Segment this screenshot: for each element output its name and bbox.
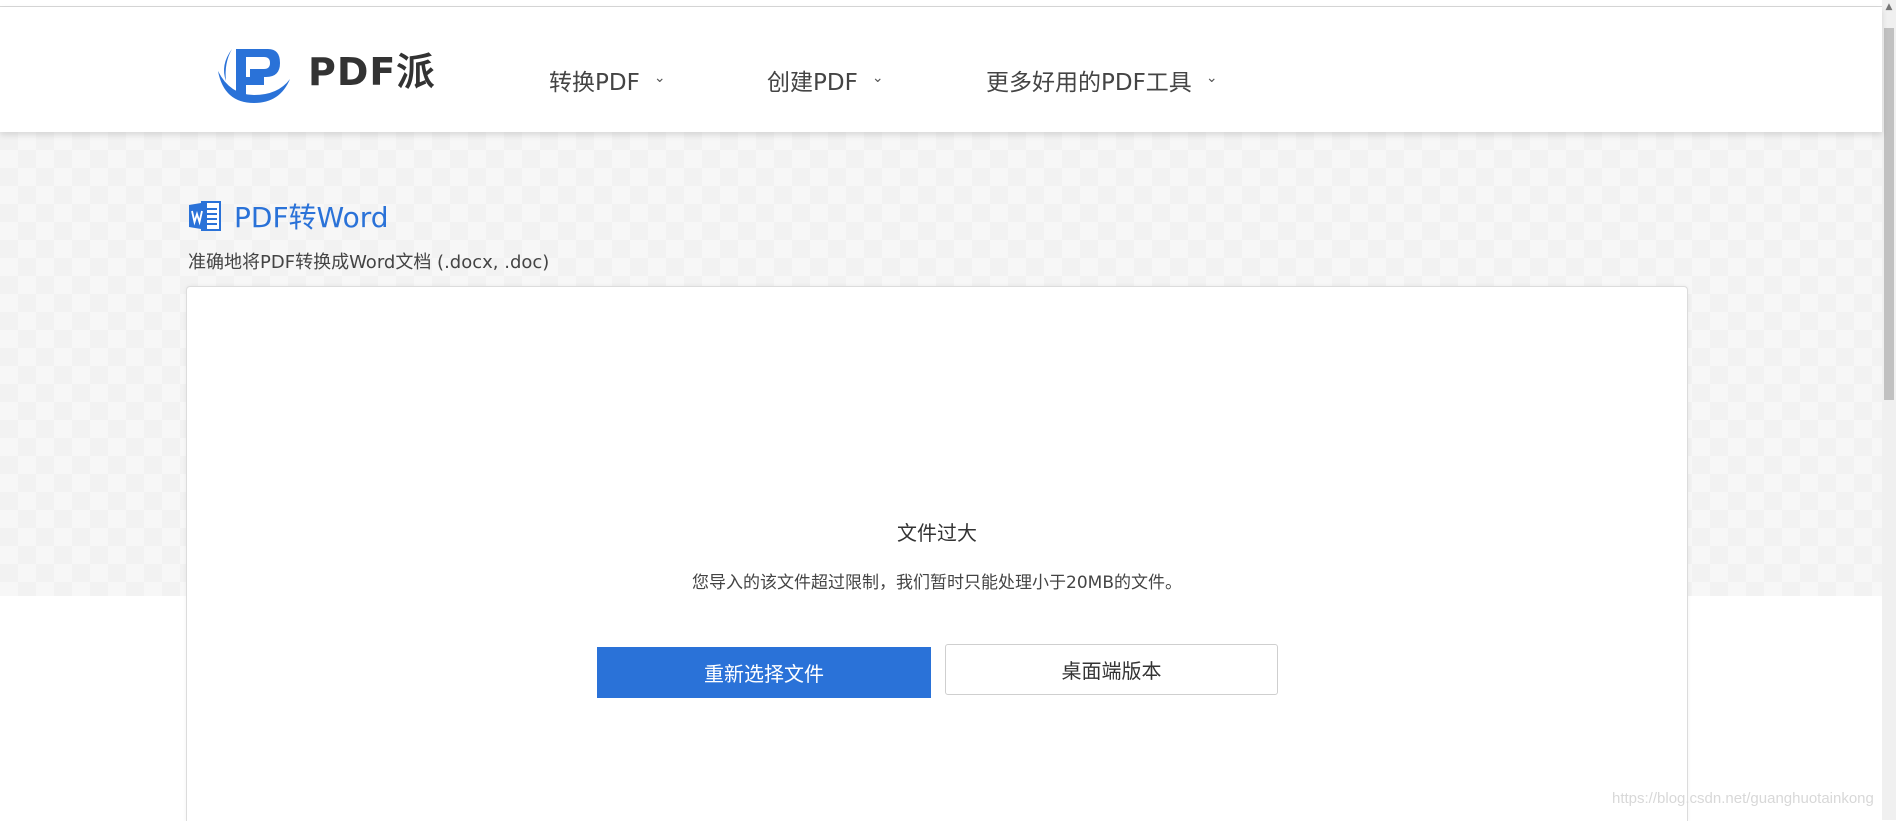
nav-convert-pdf[interactable]: 转换PDF ⌄ bbox=[549, 63, 666, 97]
tool-title-row: PDF转Word bbox=[188, 196, 389, 236]
nav-create-pdf[interactable]: 创建PDF ⌄ bbox=[767, 63, 884, 97]
word-doc-icon bbox=[189, 201, 221, 231]
nav-label: 转换PDF bbox=[549, 70, 640, 96]
site-header: PDF派 转换PDF ⌄ 创建PDF ⌄ 更多好用的PDF工具 ⌄ bbox=[0, 7, 1882, 132]
chevron-down-icon: ⌄ bbox=[653, 70, 666, 86]
chevron-down-icon: ⌄ bbox=[871, 70, 884, 86]
pdfpai-logo-icon bbox=[218, 49, 290, 103]
upload-card: 文件过大 您导入的该文件超过限制，我们暂时只能处理小于20MB的文件。 重新选择… bbox=[186, 286, 1688, 821]
nav-label: 创建PDF bbox=[767, 70, 858, 96]
page-title: PDF转Word bbox=[234, 201, 389, 234]
nav-more-tools[interactable]: 更多好用的PDF工具 ⌄ bbox=[986, 63, 1218, 97]
page-scrollbar[interactable]: ▲ bbox=[1882, 0, 1896, 820]
error-title: 文件过大 bbox=[897, 521, 977, 545]
page-subtitle: 准确地将PDF转换成Word文档 (.docx, .doc) bbox=[188, 252, 550, 273]
chevron-down-icon: ⌄ bbox=[1205, 70, 1218, 86]
watermark: https://blog.csdn.net/guanghuotainkong bbox=[1612, 790, 1874, 807]
error-message: 您导入的该文件超过限制，我们暂时只能处理小于20MB的文件。 bbox=[692, 573, 1182, 593]
site-logo[interactable]: PDF派 bbox=[214, 41, 434, 111]
logo-text: PDF派 bbox=[308, 50, 436, 94]
reselect-file-button[interactable]: 重新选择文件 bbox=[597, 647, 931, 698]
scroll-up-arrow-icon[interactable]: ▲ bbox=[1882, 0, 1896, 14]
nav-label: 更多好用的PDF工具 bbox=[986, 70, 1192, 96]
scroll-thumb[interactable] bbox=[1884, 28, 1894, 400]
desktop-version-button[interactable]: 桌面端版本 bbox=[945, 644, 1278, 695]
